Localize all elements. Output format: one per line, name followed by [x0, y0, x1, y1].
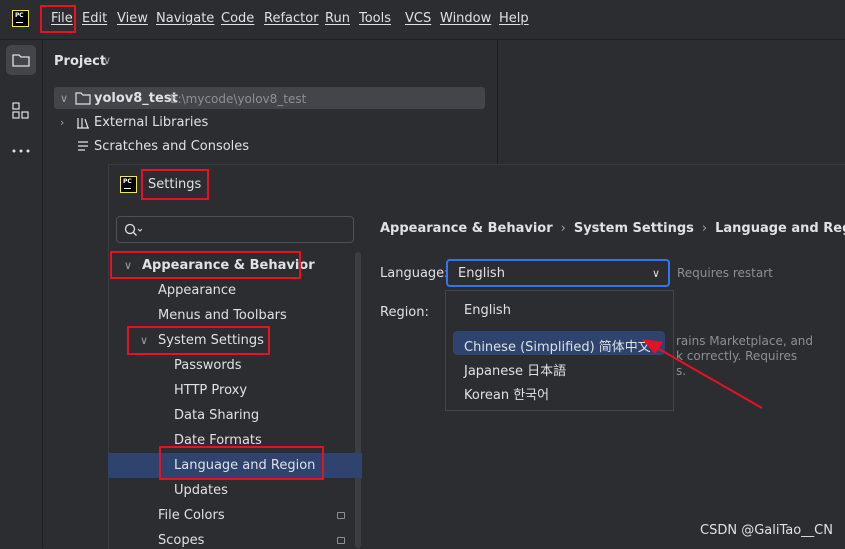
annotation-arrow-icon [642, 339, 763, 409]
watermark: CSDN @GaliTao__CN [700, 523, 833, 538]
